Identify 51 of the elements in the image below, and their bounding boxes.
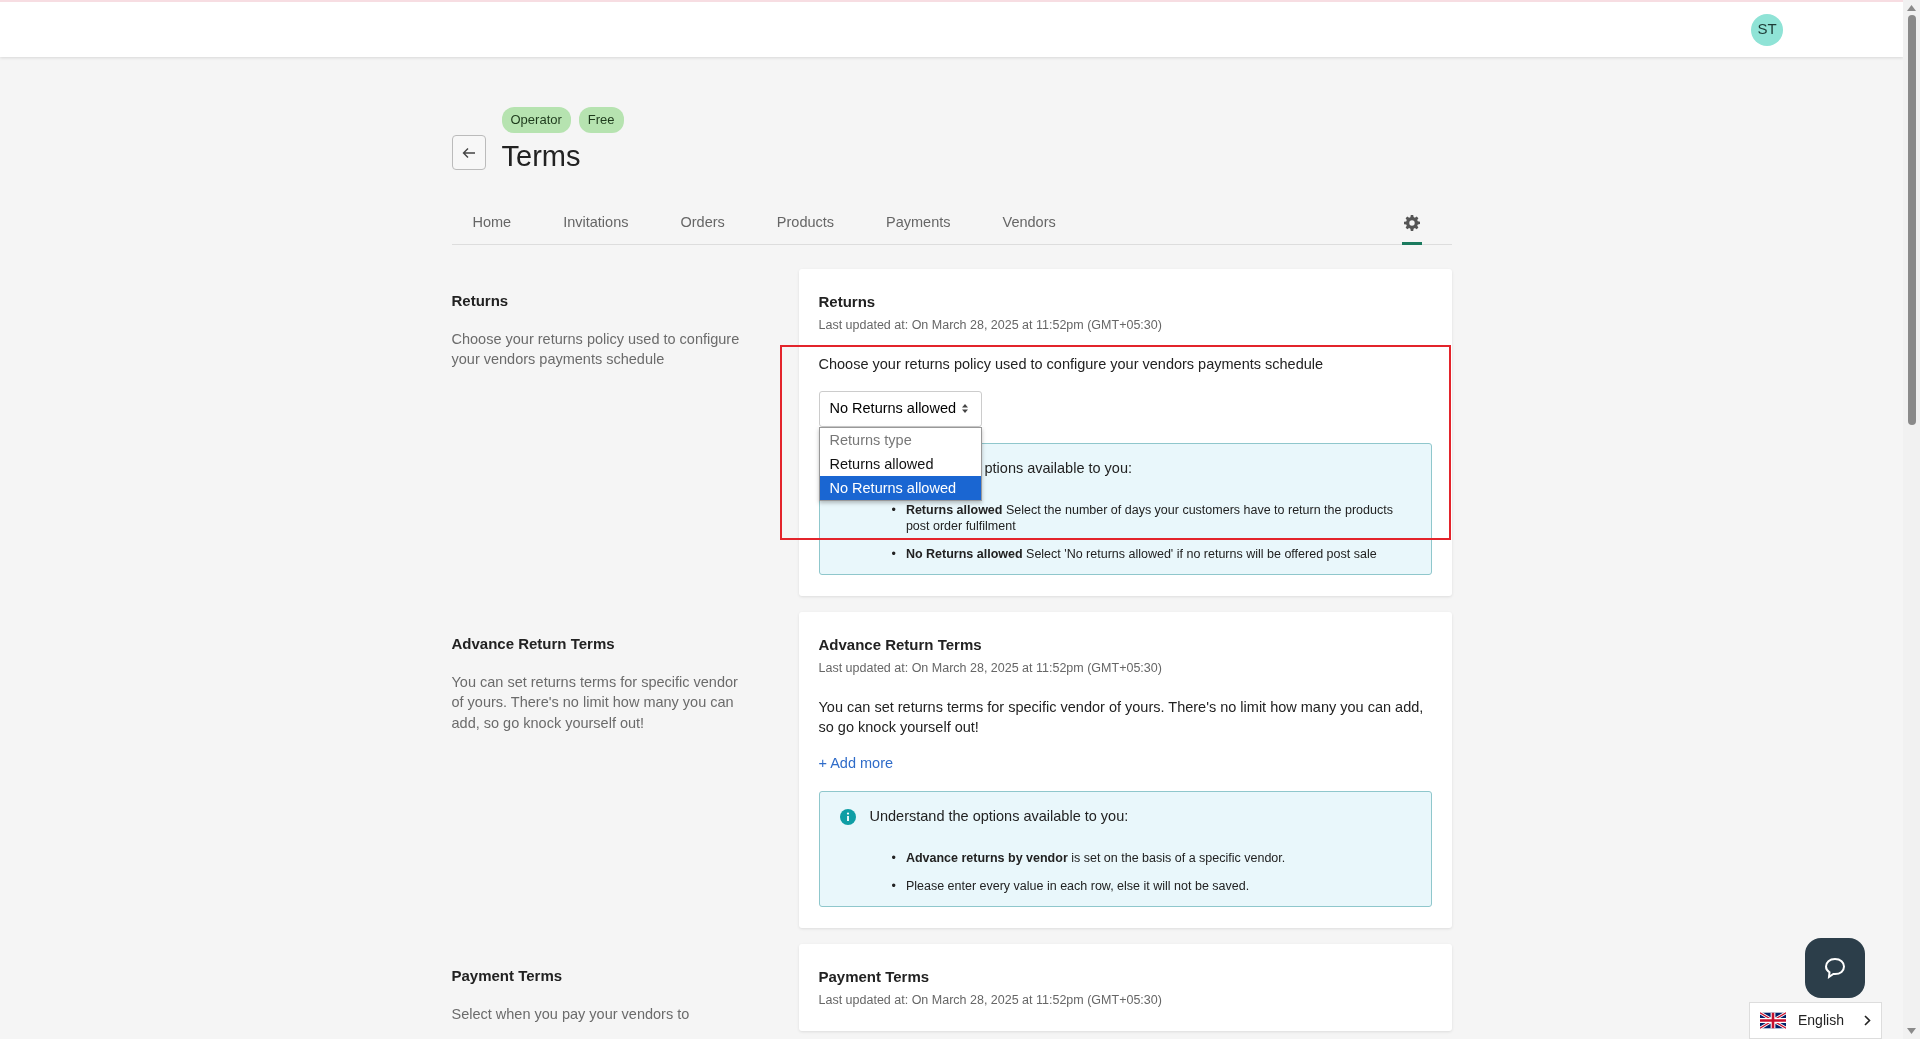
last-updated-text: Last updated at: On March 28, 2025 at 11:52pm (GMT+05:30) [818, 316, 1163, 334]
user-avatar[interactable]: ST [1751, 13, 1783, 46]
chat-bubble-icon [1823, 956, 1847, 980]
dropdown-option[interactable]: Returns allowed [819, 451, 981, 476]
back-arrow-icon [461, 146, 476, 159]
bullet-mark: • [891, 501, 896, 519]
section-heading: Advance Return Terms [451, 634, 616, 655]
settings-icon [1403, 214, 1420, 231]
nav-tab[interactable]: Invitations [542, 202, 650, 246]
language-selector[interactable]: English [1749, 1002, 1882, 1039]
add-more-link[interactable]: + Add more [818, 753, 894, 776]
scrollbar-thumb[interactable] [1907, 15, 1916, 425]
nav-tab[interactable]: Home [451, 202, 533, 246]
sort-caret-icon [962, 404, 969, 414]
scroll-up-icon[interactable] [1907, 5, 1916, 11]
section-description: You can set returns terms for specific vendor of yours. There's no limit how many you can add, so go knock yourself out! [451, 672, 739, 733]
info-item: No Returns allowed Select 'No returns allowed' if no returns will be offered post sale [905, 546, 1377, 563]
section-description: Choose your returns policy used to configure your vendors payments schedule [451, 329, 741, 370]
section-heading: Payment Terms [451, 966, 564, 987]
bullet-mark: • [891, 849, 896, 867]
card-title: Payment Terms [818, 967, 931, 988]
flag-icon [1760, 1012, 1786, 1029]
bullet-mark: • [891, 878, 896, 895]
nav-tab[interactable]: Products [755, 202, 856, 246]
section-heading: Returns [451, 291, 510, 312]
info-item: Please enter every value in each row, else it will not be saved. [905, 878, 1250, 895]
dropdown-option: Returns type [819, 427, 981, 452]
info-heading: ptions available to you: [984, 458, 1132, 478]
plan-tag: Operator [501, 107, 571, 133]
chat-button[interactable] [1805, 938, 1865, 998]
scroll-down-icon[interactable] [1907, 1028, 1916, 1034]
nav-tab[interactable]: Orders [659, 202, 746, 246]
card-description: Choose your returns policy used to configure your vendors payments schedule [818, 354, 1325, 374]
info-heading: Understand the options available to you: [869, 807, 1129, 827]
returns-type-select[interactable]: No Returns allowed [818, 390, 982, 427]
back-button[interactable] [451, 135, 486, 171]
last-updated-text: Last updated at: On March 28, 2025 at 11:52pm (GMT+05:30) [818, 659, 1163, 677]
dropdown-option[interactable]: No Returns allowed [819, 475, 981, 500]
last-updated-text: Last updated at: On March 28, 2025 at 11:52pm (GMT+05:30) [818, 991, 1163, 1009]
plan-tag: Free [578, 107, 624, 133]
chevron-right-icon [1864, 1015, 1871, 1026]
section-description: Select when you pay your vendors to [451, 1004, 691, 1024]
nav-tab[interactable]: Payments [865, 202, 972, 246]
card-title: Advance Return Terms [818, 635, 983, 656]
info-item: Advance returns by vendor is set on the basis of a specific vendor. [905, 849, 1286, 867]
card-description: You can set returns terms for specific vendor of yours. There's no limit how many you can add, so go knock yourself out! [818, 697, 1425, 737]
info-item: Returns allowed Select the number of days your customers have to return the products post order fulfilment [905, 501, 1394, 535]
nav-tab[interactable]: Vendors [981, 202, 1077, 246]
bullet-mark: • [891, 546, 896, 563]
page-title: Terms [501, 140, 582, 173]
card-title: Returns [818, 292, 877, 313]
